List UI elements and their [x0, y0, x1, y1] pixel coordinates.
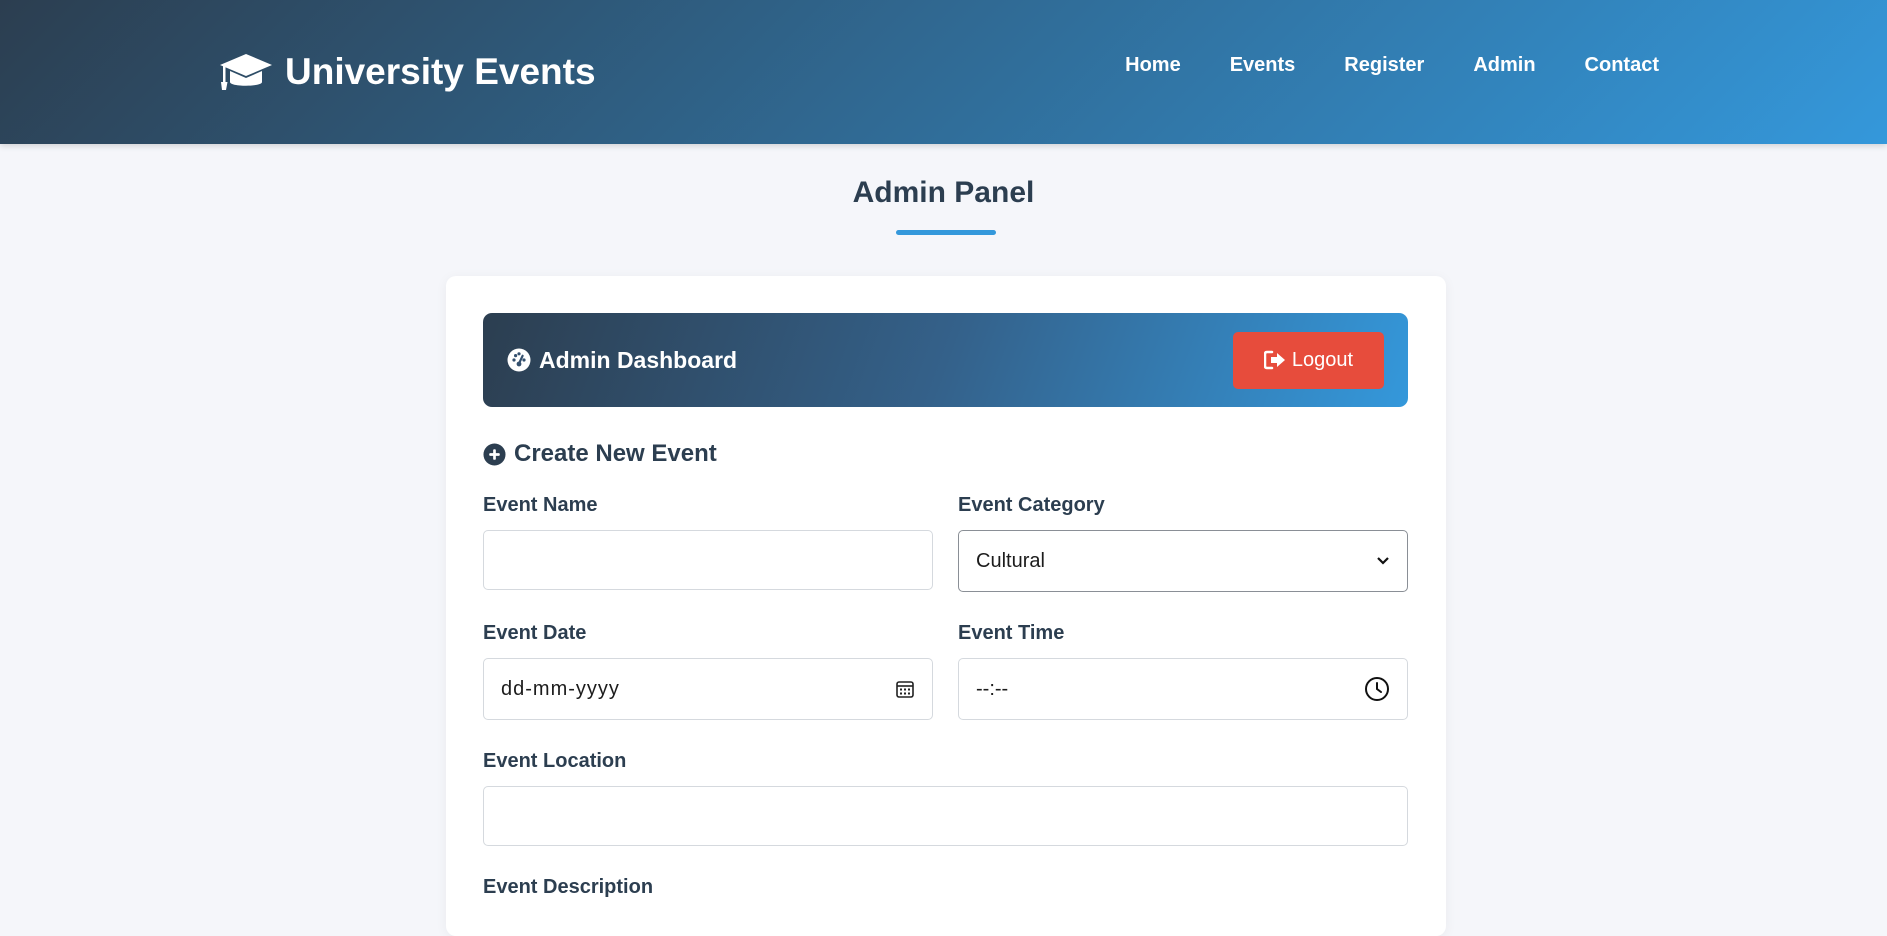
nav-home[interactable]: Home — [1125, 54, 1181, 77]
page-title: Admin Panel — [852, 176, 1035, 209]
create-event-title: Create New Event — [514, 440, 717, 467]
dashboard-title: Admin Dashboard — [507, 347, 737, 374]
calendar-icon[interactable] — [895, 679, 915, 699]
event-time-label: Event Time — [958, 622, 1065, 644]
plus-circle-icon — [483, 442, 506, 466]
event-date-label: Event Date — [483, 622, 587, 644]
title-underline — [896, 230, 996, 235]
event-description-label: Event Description — [483, 876, 654, 898]
event-time-placeholder: --:-- — [976, 677, 1009, 700]
nav-admin[interactable]: Admin — [1473, 54, 1535, 77]
event-category-label: Event Category — [958, 494, 1105, 516]
logout-label: Logout — [1291, 348, 1354, 371]
nav-register[interactable]: Register — [1344, 54, 1424, 77]
brand-logo[interactable]: University Events — [219, 46, 596, 98]
sign-out-icon — [1263, 350, 1285, 370]
event-category-value: Cultural — [976, 549, 1045, 572]
main-nav: Home Events Register Admin Contact — [1125, 54, 1659, 77]
event-name-label: Event Name — [483, 494, 598, 516]
logout-button[interactable]: Logout — [1233, 331, 1384, 389]
nav-contact[interactable]: Contact — [1585, 54, 1659, 77]
event-name-input[interactable] — [483, 530, 933, 590]
event-category-select[interactable]: Cultural — [958, 530, 1408, 592]
admin-card: Admin Dashboard Logout Create New Event … — [446, 276, 1446, 936]
clock-icon[interactable] — [1364, 676, 1390, 702]
event-date-placeholder: dd-mm-yyyy — [501, 677, 620, 700]
graduation-cap-icon — [220, 54, 272, 90]
site-header: University Events Home Events Register A… — [0, 0, 1887, 144]
event-date-input[interactable]: dd-mm-yyyy — [483, 658, 933, 720]
chevron-down-icon — [1376, 556, 1390, 566]
event-location-label: Event Location — [483, 750, 627, 772]
brand-name: University Events — [285, 51, 596, 92]
event-location-input[interactable] — [483, 786, 1408, 846]
dashboard-header: Admin Dashboard Logout — [483, 313, 1408, 407]
tachometer-icon — [507, 348, 531, 372]
create-event-heading: Create New Event — [483, 440, 717, 468]
dashboard-title-text: Admin Dashboard — [539, 346, 738, 373]
nav-events[interactable]: Events — [1230, 54, 1296, 77]
event-time-input[interactable]: --:-- — [958, 658, 1408, 720]
